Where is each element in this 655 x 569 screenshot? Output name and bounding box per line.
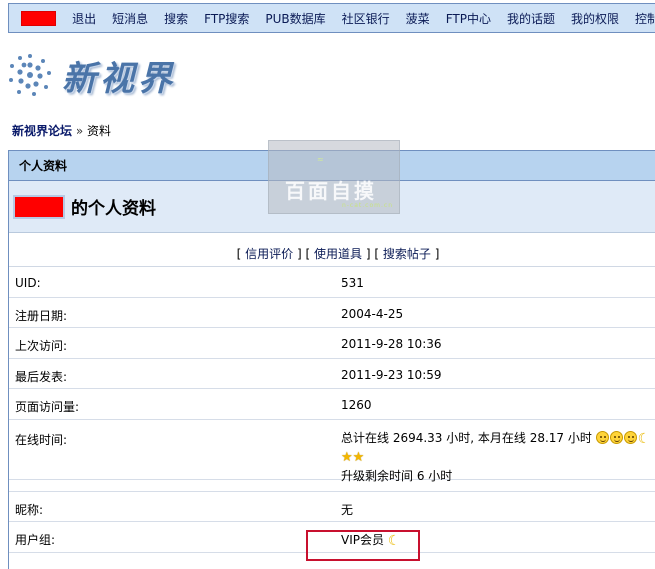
nav-my-topics[interactable]: 我的话题: [499, 10, 563, 27]
nav-ftp-search[interactable]: FTP搜索: [196, 10, 257, 27]
top-nav-bar: 退出 短消息 搜索 FTP搜索 PUB数据库 社区银行 菠菜 FTP中心 我的话…: [8, 3, 655, 33]
credit-rating-link[interactable]: 信用评价: [245, 247, 293, 261]
watermark-text: 百面自摸: [285, 179, 377, 203]
breadcrumb-current: 资料: [87, 124, 112, 138]
uid-row: UID: 531: [9, 267, 655, 298]
page: 退出 短消息 搜索 FTP搜索 PUB数据库 社区银行 菠菜 FTP中心 我的话…: [0, 0, 655, 569]
last-post-value: 2011-9-23 10:59: [341, 367, 442, 382]
logo-swirl-icon: [9, 54, 51, 96]
nickname-row: 昵称: 无: [9, 492, 655, 522]
online-time-label: 在线时间:: [15, 432, 68, 447]
use-tools-link[interactable]: 使用道具: [314, 247, 362, 261]
uid-label: UID:: [15, 276, 41, 290]
page-views-label: 页面访问量:: [15, 400, 80, 414]
profile-title-text: 的个人资料: [71, 199, 156, 219]
last-post-label: 最后发表:: [15, 369, 68, 384]
redacted-name: [13, 194, 65, 219]
nav-spinach[interactable]: 菠菜: [398, 10, 438, 27]
smiley-icon: [595, 430, 609, 444]
nickname-label: 昵称:: [15, 502, 44, 517]
nav-my-permissions[interactable]: 我的权限: [563, 10, 627, 27]
uid-value: 531: [341, 276, 364, 290]
watermark-graphic: ≈: [317, 155, 324, 164]
bracket: ] [: [296, 247, 311, 261]
bracket: ] [: [365, 247, 380, 261]
online-time-value: 总计在线 2694.33 小时, 本月在线 28.17 小时 ☾ ★★ 升级剩余…: [341, 429, 655, 485]
online-time-text: 总计在线 2694.33 小时, 本月在线 28.17 小时: [341, 430, 592, 445]
last-visit-label: 上次访问:: [15, 339, 68, 353]
breadcrumb-home[interactable]: 新视界论坛: [12, 124, 72, 138]
highlight-box: [306, 530, 420, 561]
nav-community-bank[interactable]: 社区银行: [334, 10, 398, 27]
register-date-row: 注册日期: 2004-4-25: [9, 298, 655, 328]
watermark-subtext: n-cat.com.cn: [341, 202, 393, 209]
nav-search[interactable]: 搜索: [156, 10, 196, 27]
moon-icon: ☾: [637, 430, 651, 447]
user-group-label: 用户组:: [15, 533, 56, 547]
breadcrumb-separator: »: [75, 124, 84, 138]
register-date-value: 2004-4-25: [341, 306, 404, 321]
page-views-row: 页面访问量: 1260: [9, 389, 655, 420]
last-visit-row: 上次访问: 2011-9-28 10:36: [9, 328, 655, 359]
register-date-label: 注册日期:: [15, 308, 68, 323]
redacted-username: [21, 10, 57, 26]
logo-text: 新视界: [62, 58, 176, 99]
last-visit-value: 2011-9-28 10:36: [341, 337, 442, 351]
smiley-icon: [609, 430, 623, 444]
nav-messages[interactable]: 短消息: [104, 10, 156, 27]
search-posts-link[interactable]: 搜索帖子: [383, 247, 431, 261]
nav-logout[interactable]: 退出: [64, 10, 104, 27]
bracket: ]: [434, 247, 440, 261]
profile-actions: [ 信用评价 ] [ 使用道具 ] [ 搜索帖子 ]: [9, 233, 655, 267]
online-time-row: 在线时间: 总计在线 2694.33 小时, 本月在线 28.17 小时 ☾ ★…: [9, 420, 655, 483]
breadcrumb: 新视界论坛 » 资料: [12, 122, 111, 139]
nav-pub-database[interactable]: PUB数据库: [257, 10, 333, 27]
star-icon: ★: [341, 449, 353, 465]
watermark: ≈ 百面自摸 n-cat.com.cn: [268, 140, 400, 214]
spacer-row: [9, 480, 655, 492]
nav-ftp-center[interactable]: FTP中心: [438, 10, 499, 27]
star-icon: ★: [352, 449, 365, 465]
bracket: [: [236, 247, 242, 261]
site-logo[interactable]: 新视界: [8, 50, 176, 100]
last-post-row: 最后发表: 2011-9-23 10:59: [9, 359, 655, 389]
smiley-icon: [623, 430, 637, 444]
nav-control[interactable]: 控制: [627, 10, 655, 27]
nickname-value: 无: [341, 502, 354, 517]
page-views-value: 1260: [341, 398, 372, 412]
